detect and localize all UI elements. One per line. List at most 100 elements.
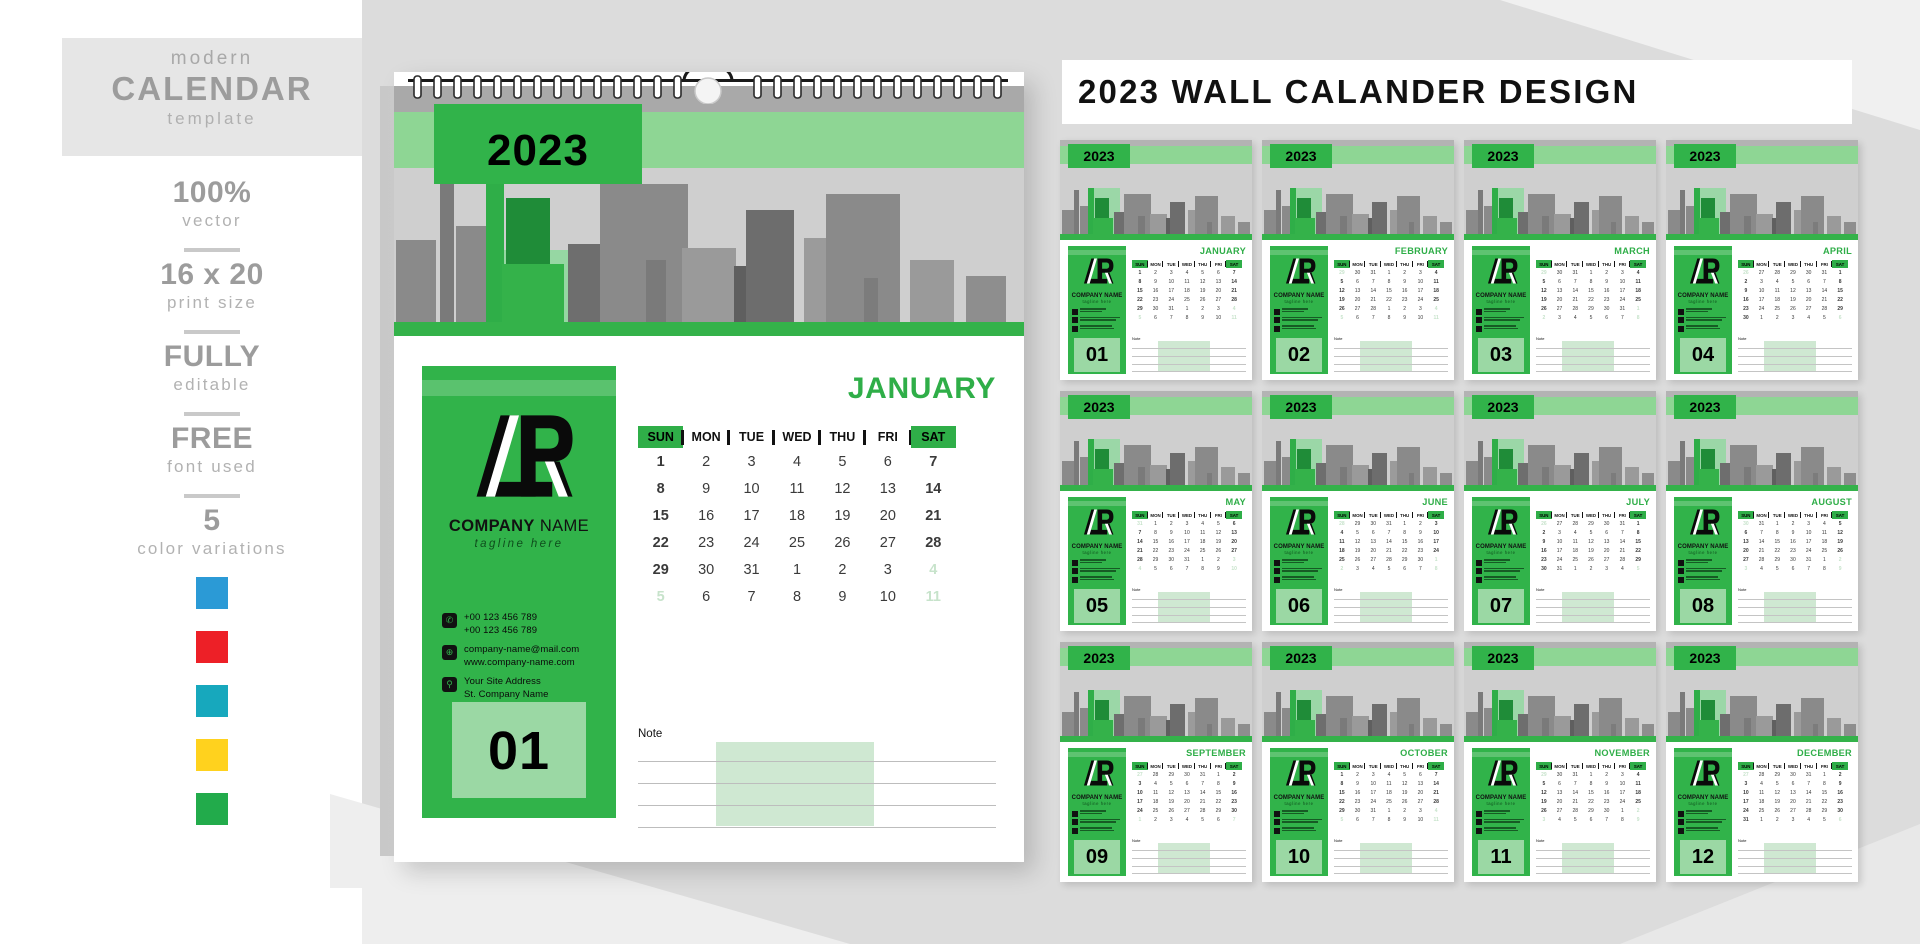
day-cell[interactable]: 13 <box>1226 528 1242 537</box>
day-cell[interactable]: 31 <box>1801 770 1817 779</box>
day-cell[interactable]: 26 <box>1350 555 1366 564</box>
day-cell[interactable]: 26 <box>1397 797 1413 806</box>
day-cell[interactable]: 13 <box>1365 537 1381 546</box>
day-cell[interactable]: 28 <box>1817 304 1833 313</box>
day-cell[interactable]: 26 <box>820 529 865 556</box>
day-cell[interactable]: 6 <box>1832 313 1848 322</box>
note-line[interactable] <box>1132 622 1246 624</box>
day-cell[interactable]: 20 <box>1365 546 1381 555</box>
day-cell[interactable]: 4 <box>1567 313 1583 322</box>
day-cell[interactable]: 20 <box>1599 546 1615 555</box>
day-cell[interactable]: 27 <box>1801 304 1817 313</box>
day-cell[interactable]: 30 <box>1552 770 1568 779</box>
note-line[interactable] <box>1738 622 1852 624</box>
day-cell[interactable]: 11 <box>1428 313 1444 322</box>
day-cell[interactable]: 14 <box>1195 788 1211 797</box>
day-cell[interactable]: 4 <box>1567 528 1583 537</box>
note-line[interactable] <box>1738 614 1852 616</box>
day-cell[interactable]: 10 <box>1615 779 1631 788</box>
day-cell[interactable]: 8 <box>1132 277 1148 286</box>
day-cell[interactable]: 24 <box>1801 546 1817 555</box>
day-cell[interactable]: 31 <box>1365 806 1381 815</box>
note-line[interactable] <box>1132 873 1246 875</box>
day-cell[interactable]: 13 <box>1801 286 1817 295</box>
day-cell[interactable]: 20 <box>1801 295 1817 304</box>
day-cell[interactable]: 7 <box>1365 313 1381 322</box>
day-cell[interactable]: 20 <box>1413 788 1429 797</box>
day-cell[interactable]: 1 <box>1381 304 1397 313</box>
day-cell[interactable]: 3 <box>1179 519 1195 528</box>
day-cell[interactable]: 2 <box>1832 555 1848 564</box>
day-cell[interactable]: 30 <box>1599 519 1615 528</box>
day-cell[interactable]: 28 <box>911 529 956 556</box>
day-cell[interactable]: 30 <box>1163 555 1179 564</box>
note-line[interactable] <box>1738 363 1852 365</box>
day-cell[interactable]: 26 <box>1583 555 1599 564</box>
day-cell[interactable]: 7 <box>1365 815 1381 824</box>
month-thumbnail-11[interactable]: 2023 COMPANY NAME tagline here 11 NOVEMBER SU… <box>1464 642 1656 882</box>
day-cell[interactable]: 6 <box>1211 268 1227 277</box>
day-cell[interactable]: 8 <box>1381 313 1397 322</box>
day-cell[interactable]: 1 <box>774 556 819 583</box>
day-cell[interactable]: 9 <box>1738 286 1754 295</box>
day-cell[interactable]: 13 <box>1552 788 1568 797</box>
day-cell[interactable]: 16 <box>1397 286 1413 295</box>
day-cell[interactable]: 8 <box>1817 564 1833 573</box>
day-cell[interactable]: 29 <box>1397 555 1413 564</box>
day-cell[interactable]: 29 <box>1769 770 1785 779</box>
day-cell[interactable]: 21 <box>1195 797 1211 806</box>
day-cell[interactable]: 4 <box>1615 564 1631 573</box>
day-cell[interactable]: 8 <box>1428 564 1444 573</box>
day-cell[interactable]: 3 <box>1211 304 1227 313</box>
day-cell[interactable]: 11 <box>1567 537 1583 546</box>
day-cell[interactable]: 2 <box>1599 770 1615 779</box>
day-cell[interactable]: 29 <box>1148 555 1164 564</box>
month-thumbnail-02[interactable]: 2023 COMPANY NAME tagline here 02 FEBRUARY SU… <box>1262 140 1454 380</box>
day-cell[interactable]: 4 <box>1801 815 1817 824</box>
day-cell[interactable]: 5 <box>1832 519 1848 528</box>
day-cell[interactable]: 4 <box>1428 806 1444 815</box>
day-cell[interactable]: 5 <box>1567 815 1583 824</box>
day-cell[interactable]: 20 <box>1552 295 1568 304</box>
note-line[interactable] <box>1738 873 1852 875</box>
day-cell[interactable]: 8 <box>1381 815 1397 824</box>
day-cell[interactable]: 22 <box>1132 295 1148 304</box>
day-cell[interactable]: 27 <box>1552 304 1568 313</box>
day-cell[interactable]: 22 <box>638 529 683 556</box>
day-cell[interactable]: 6 <box>1552 277 1568 286</box>
day-cell[interactable]: 5 <box>1769 564 1785 573</box>
day-cell[interactable]: 28 <box>1132 555 1148 564</box>
day-cell[interactable]: 26 <box>1769 806 1785 815</box>
day-cell[interactable]: 5 <box>1211 519 1227 528</box>
day-cell[interactable]: 10 <box>1365 779 1381 788</box>
day-cell[interactable]: 7 <box>1413 564 1429 573</box>
day-cell[interactable]: 30 <box>1365 519 1381 528</box>
day-cell[interactable]: 21 <box>1226 286 1242 295</box>
day-cell[interactable]: 1 <box>1428 555 1444 564</box>
day-cell[interactable]: 19 <box>1397 788 1413 797</box>
day-cell[interactable]: 3 <box>1413 304 1429 313</box>
note-line[interactable] <box>1132 371 1246 373</box>
day-cell[interactable]: 5 <box>1583 528 1599 537</box>
day-cell[interactable]: 1 <box>1583 268 1599 277</box>
day-cell[interactable]: 29 <box>1536 770 1552 779</box>
day-cell[interactable]: 29 <box>1211 806 1227 815</box>
day-cell[interactable]: 8 <box>1148 528 1164 537</box>
day-cell[interactable]: 17 <box>1552 546 1568 555</box>
day-cell[interactable]: 14 <box>1132 537 1148 546</box>
day-cell[interactable]: 30 <box>683 556 728 583</box>
note-line[interactable] <box>1334 348 1448 349</box>
day-cell[interactable]: 26 <box>1536 519 1552 528</box>
note-line[interactable] <box>1738 371 1852 373</box>
day-cell[interactable]: 7 <box>1615 313 1631 322</box>
day-cell[interactable]: 4 <box>1226 304 1242 313</box>
day-cell[interactable]: 2 <box>1536 313 1552 322</box>
day-cell[interactable]: 13 <box>865 475 910 502</box>
day-cell[interactable]: 4 <box>1179 268 1195 277</box>
day-cell[interactable]: 18 <box>1817 537 1833 546</box>
day-cell[interactable]: 24 <box>1738 806 1754 815</box>
day-cell[interactable]: 23 <box>1738 304 1754 313</box>
note-line[interactable] <box>1334 599 1448 600</box>
day-cell[interactable]: 6 <box>1599 313 1615 322</box>
day-cell[interactable]: 23 <box>1350 797 1366 806</box>
